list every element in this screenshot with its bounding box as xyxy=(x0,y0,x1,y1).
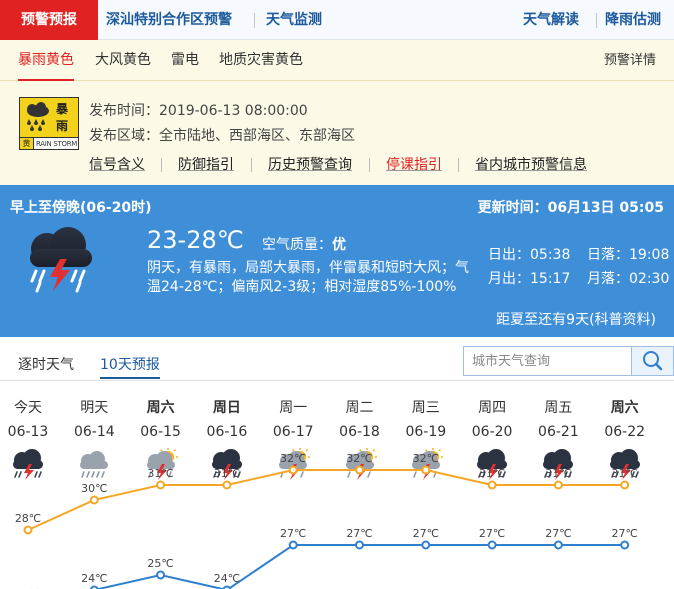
low-temp-label: 27℃ xyxy=(413,527,439,540)
low-temp-label: 27℃ xyxy=(612,527,638,540)
high-temp-label: 31℃ xyxy=(214,467,240,480)
high-temp-point xyxy=(553,480,563,490)
low-temp-line xyxy=(94,544,625,589)
high-temp-label: 31℃ xyxy=(147,467,173,480)
high-temp-label: 31℃ xyxy=(612,467,638,480)
high-temp-label: 31℃ xyxy=(479,467,505,480)
high-temp-point xyxy=(89,495,99,505)
low-temp-label: 25℃ xyxy=(147,557,173,570)
low-temp-point xyxy=(421,540,431,550)
low-temp-point xyxy=(288,540,298,550)
temperature-chart: 28℃30℃31℃31℃32℃32℃32℃31℃31℃31℃23℃24℃25℃2… xyxy=(15,452,638,589)
high-temp-point xyxy=(222,480,232,490)
low-temp-point xyxy=(156,570,166,580)
high-temp-point xyxy=(620,480,630,490)
high-temp-point xyxy=(487,480,497,490)
high-temp-label: 30℃ xyxy=(81,482,107,495)
high-temp-label: 32℃ xyxy=(346,452,372,465)
high-temp-point xyxy=(421,465,431,475)
low-temp-point xyxy=(553,540,563,550)
low-temp-label: 27℃ xyxy=(280,527,306,540)
low-temp-point xyxy=(487,540,497,550)
high-temp-point xyxy=(23,525,33,535)
low-temp-label: 24℃ xyxy=(81,572,107,585)
high-temp-label: 32℃ xyxy=(280,452,306,465)
high-temp-point xyxy=(355,465,364,475)
high-temp-label: 32℃ xyxy=(413,452,439,465)
high-temp-line xyxy=(27,469,625,531)
low-temp-point xyxy=(620,540,630,550)
low-temp-label: 27℃ xyxy=(346,527,372,540)
high-temp-label: 28℃ xyxy=(15,512,41,525)
high-temp-point xyxy=(156,480,166,490)
low-temp-label: 27℃ xyxy=(545,527,571,540)
low-temp-point xyxy=(355,540,364,550)
high-temp-label: 31℃ xyxy=(545,467,571,480)
low-temp-label: 27℃ xyxy=(479,527,505,540)
low-temp-label: 24℃ xyxy=(214,572,240,585)
high-temp-point xyxy=(288,465,298,475)
